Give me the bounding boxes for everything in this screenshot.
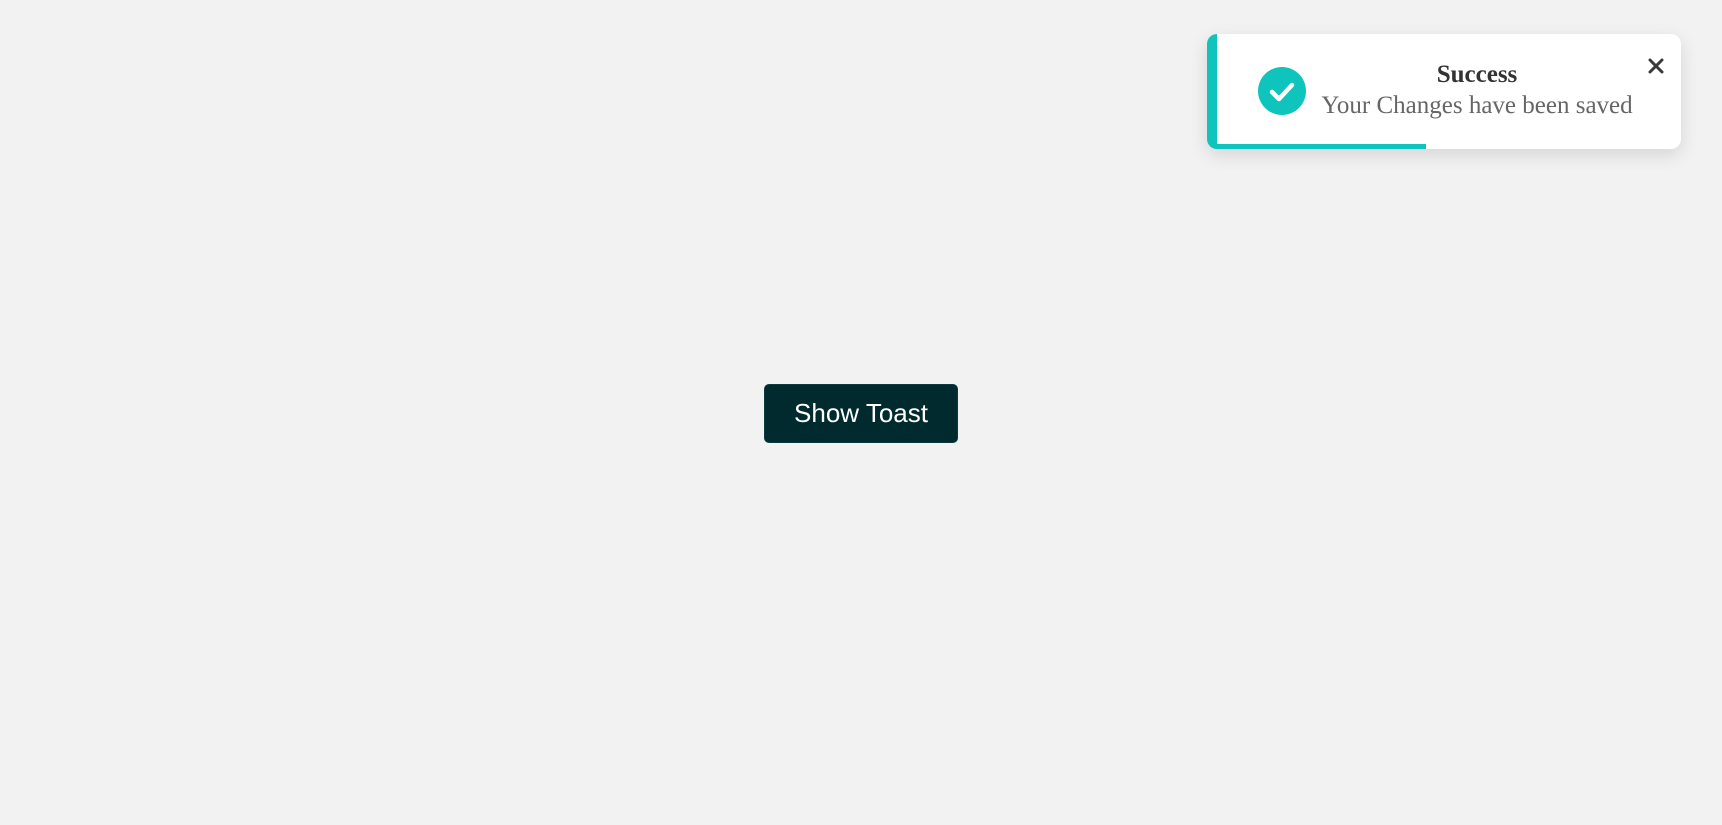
- toast-message: Your Changes have been saved: [1321, 92, 1633, 119]
- toast-progress-bar: [1217, 144, 1426, 149]
- toast-text: Success Your Changes have been saved: [1307, 60, 1647, 122]
- success-toast: Success Your Changes have been saved: [1207, 34, 1681, 149]
- show-toast-button[interactable]: Show Toast: [764, 384, 958, 443]
- toast-title: Success: [1436, 61, 1518, 88]
- close-icon[interactable]: [1642, 52, 1670, 80]
- check-icon: [1258, 67, 1306, 115]
- page: Show Toast Success Your Changes have bee…: [0, 0, 1722, 825]
